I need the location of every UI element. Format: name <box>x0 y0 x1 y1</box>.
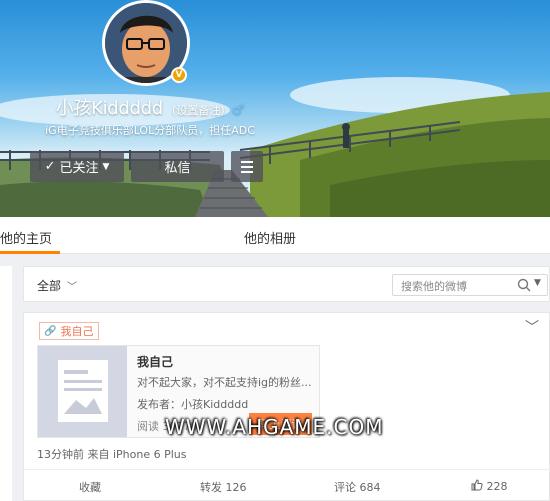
set-remark-link[interactable]: (设置备注) <box>172 104 225 117</box>
profile-name-row: 小孩Kiddddd (设置备注) ♂ <box>0 94 300 120</box>
article-author: 发布者：小孩Kiddddd <box>137 398 249 411</box>
comment-button[interactable]: 评论 684 <box>334 479 381 495</box>
weibo-search-input[interactable] <box>393 276 511 297</box>
chevron-down-icon: ﹀ <box>67 282 78 293</box>
weibo-post-card: ﹀ 🔗 我自己 我自己 对不起大家，对不起支持ig的粉丝... 发布者：小孩Ki… <box>23 312 550 501</box>
active-tab-indicator <box>0 251 60 254</box>
tab-home[interactable]: 他的主页 <box>0 228 52 247</box>
like-button[interactable]: 228 <box>471 479 508 493</box>
left-column-edge <box>0 266 12 501</box>
chevron-down-icon[interactable]: ﹀ <box>525 317 539 337</box>
private-message-button[interactable]: 私信 <box>131 151 224 182</box>
verified-badge-icon: V <box>171 67 187 83</box>
profile-bio: iG电子竞技俱乐部LOL分部队员，担任ADC <box>45 124 255 137</box>
post-actions: 收藏 转发 126 评论 684 228 <box>24 469 550 501</box>
check-icon: ✓ <box>44 159 56 174</box>
document-image-icon <box>58 360 108 422</box>
search-icon[interactable] <box>517 278 531 292</box>
weibo-search-box: ▼ <box>392 274 548 297</box>
like-count: 228 <box>486 480 508 493</box>
private-message-label: 私信 <box>164 161 191 176</box>
followed-button[interactable]: ✓ 已关注 ▼ <box>30 151 124 182</box>
feed-filter-bar: 全部 ﹀ ▼ <box>23 266 550 302</box>
followed-button-label: 已关注 <box>59 161 99 176</box>
male-gender-icon: ♂ <box>231 102 245 118</box>
article-thumbnail <box>38 346 127 437</box>
profile-cover: V 小孩Kiddddd (设置备注) ♂ iG电子竞技俱乐部LOL分部队员，担任… <box>0 0 550 217</box>
site-watermark: WWW.AHGAME.COM <box>165 415 384 439</box>
tab-album[interactable]: 他的相册 <box>244 228 296 247</box>
post-tag[interactable]: 🔗 我自己 <box>39 322 100 340</box>
article-title: 我自己 <box>137 355 174 369</box>
nickname: 小孩Kiddddd <box>55 98 164 119</box>
thumbs-up-icon <box>471 479 483 491</box>
article-description: 对不起大家，对不起支持ig的粉丝... <box>137 376 312 389</box>
caret-down-icon: ▼ <box>102 161 110 172</box>
hamburger-icon <box>241 160 253 173</box>
caret-down-icon[interactable]: ▼ <box>534 278 541 288</box>
repost-button[interactable]: 转发 126 <box>200 479 247 495</box>
post-time-source: 13分钟前 来自 iPhone 6 Plus <box>37 448 187 461</box>
filter-all-dropdown[interactable]: 全部 ﹀ <box>37 277 77 294</box>
post-tag-label: 我自己 <box>60 325 94 338</box>
filter-all-label: 全部 <box>37 279 62 293</box>
favorite-button[interactable]: 收藏 <box>79 479 101 495</box>
profile-tabs: 他的主页 他的相册 <box>0 217 550 254</box>
paperclip-icon: 🔗 <box>44 325 57 337</box>
more-menu-button[interactable] <box>231 151 263 182</box>
